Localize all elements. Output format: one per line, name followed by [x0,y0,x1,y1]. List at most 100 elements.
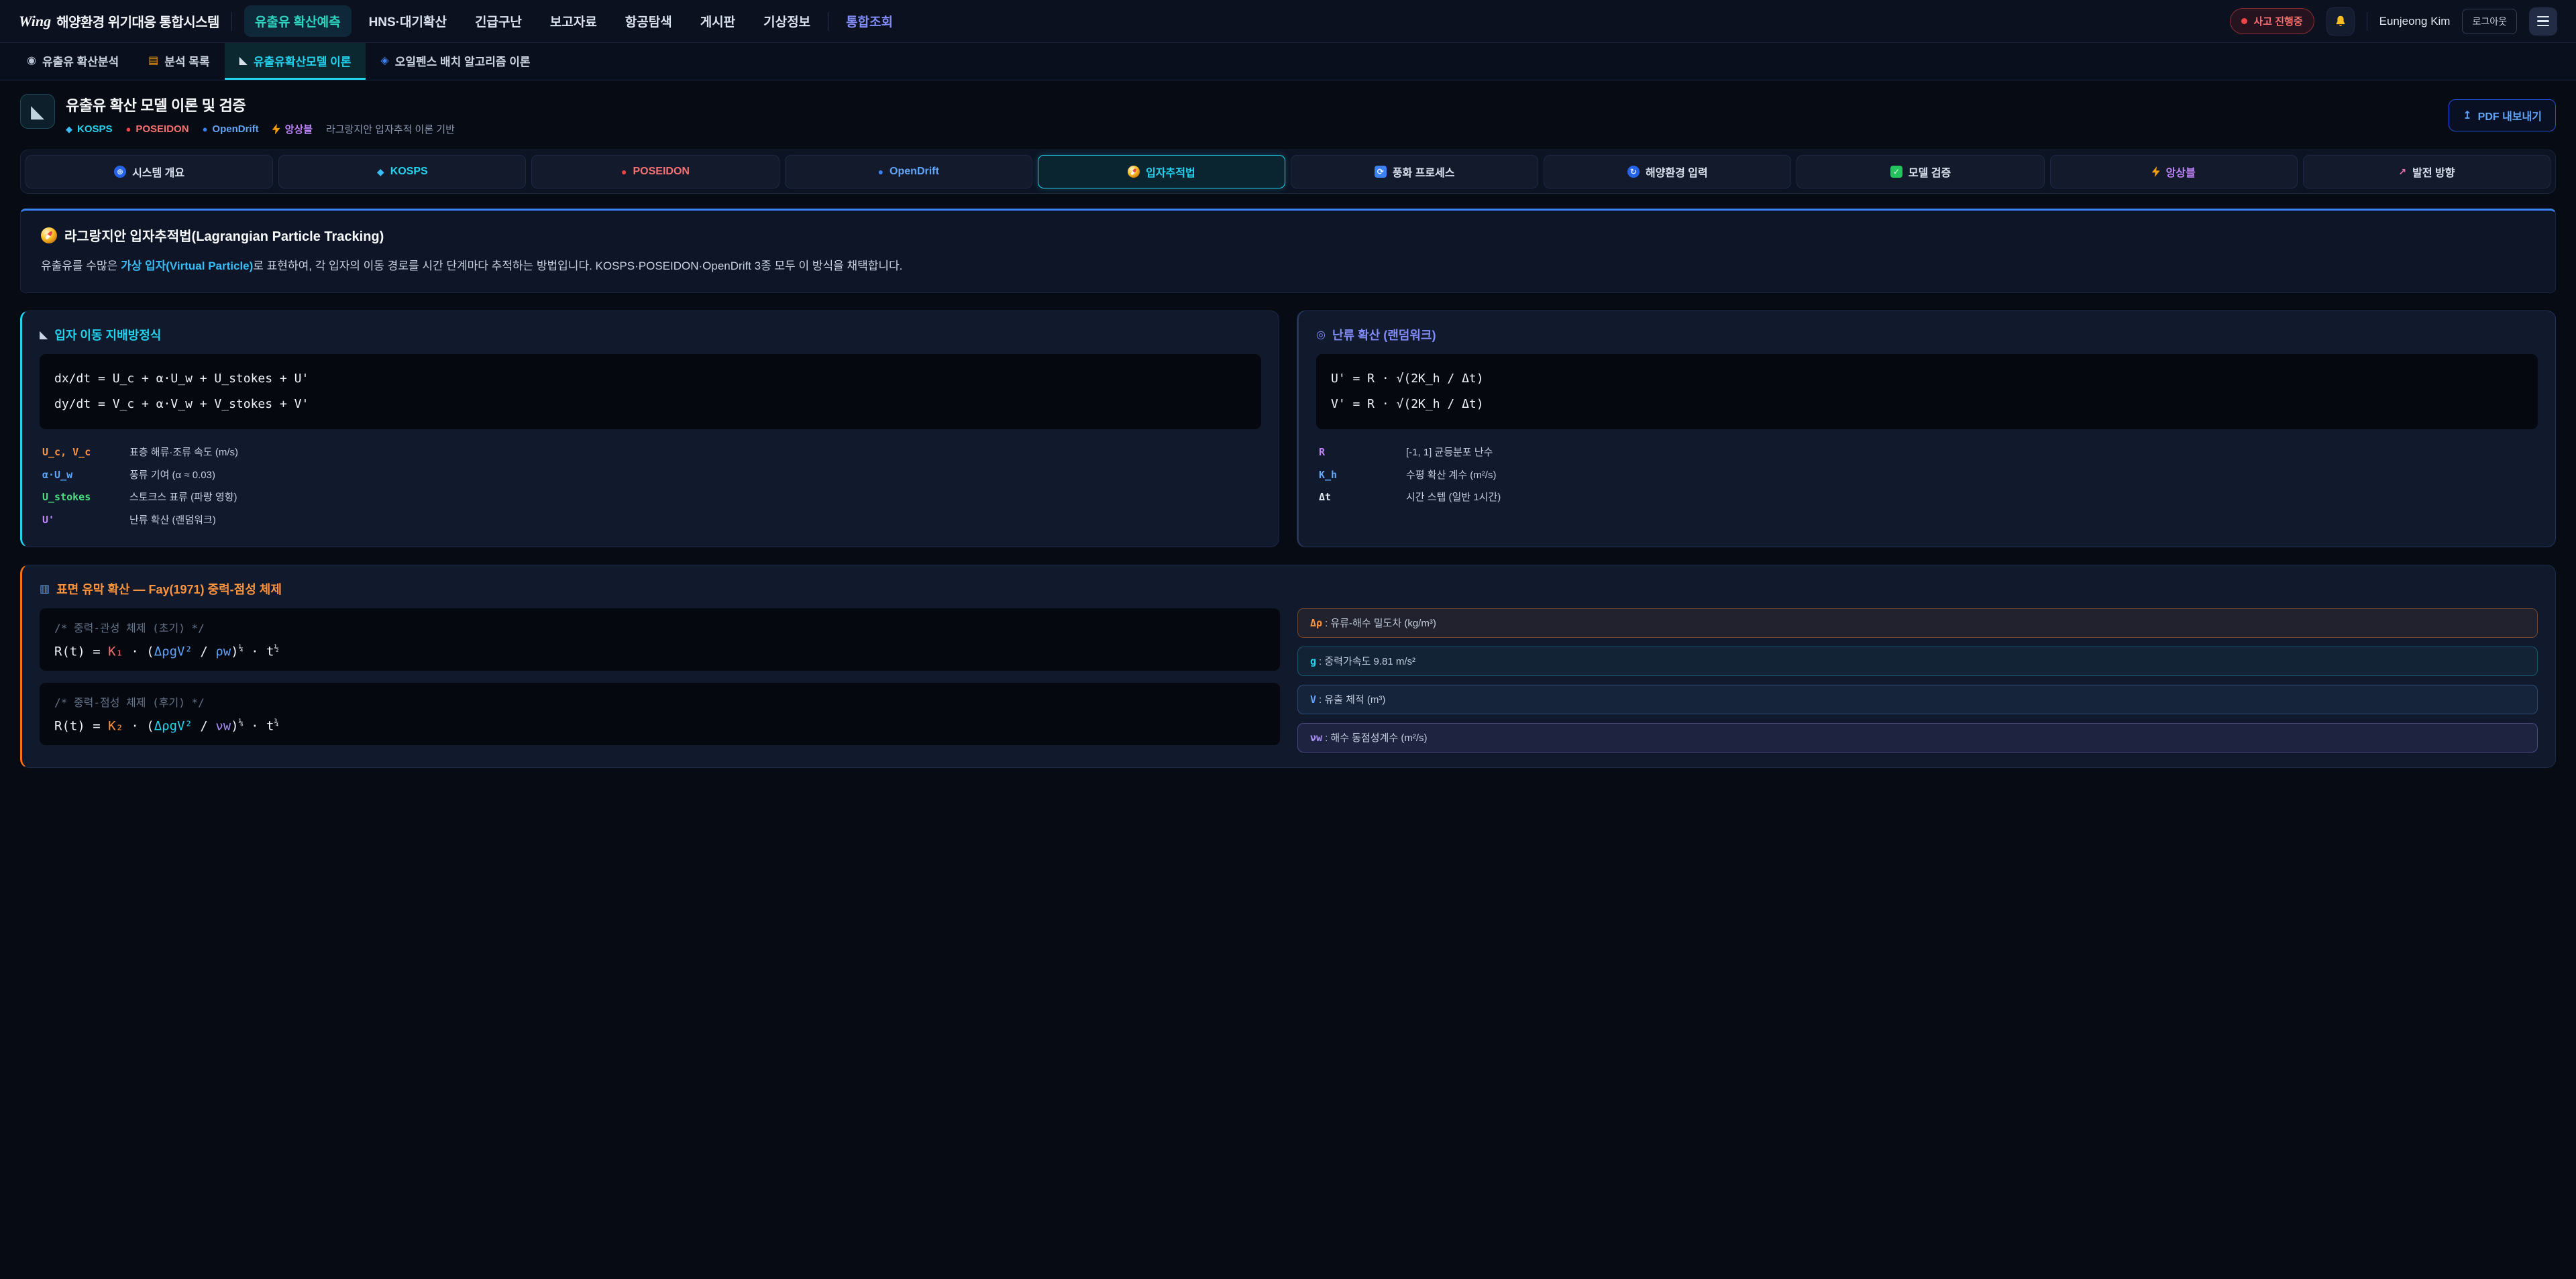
alert-label: 사고 진행중 [2253,14,2302,28]
nav-item-board[interactable]: 게시판 [690,5,746,37]
bell-icon [2333,14,2348,29]
lightning-icon [272,124,280,135]
definition-row: K_h 수평 확산 계수 (m²/s) [1316,464,2538,487]
rocket-icon: ↗ [2398,166,2406,178]
fay-spreading-card: ▥ 표면 유막 확산 — Fay(1971) 중력-점성 체제 /* 중력-관성… [20,565,2556,768]
section-ensemble[interactable]: 앙상블 [2050,155,2298,188]
section-future-direction[interactable]: ↗ 발전 방향 [2303,155,2551,188]
hamburger-menu-button[interactable] [2529,7,2557,36]
definition-row: R [-1, 1] 균등분포 난수 [1316,441,2538,464]
turbulence-card-title: ◎ 난류 확산 (랜덤워크) [1316,326,2538,343]
equation-cards-row: ◣ 입자 이동 지배방정식 dx/dt = U_c + α·U_w + U_st… [20,311,2556,547]
definition-row: U' 난류 확산 (랜덤워크) [40,509,1261,532]
page-title: 유출유 확산 모델 이론 및 검증 [66,94,455,115]
code-line: dx/dt = U_c + α·U_w + U_stokes + U' [54,366,1246,392]
parameter-pill-volume: V : 유출 체적 (m³) [1297,685,2538,714]
notifications-button[interactable] [2326,7,2355,36]
tab-diffusion-model-theory[interactable]: ◣ 유출유확산모델 이론 [225,43,366,80]
fay-formula-column: /* 중력-관성 체제 (초기) */ R(t) = K₁ · (ΔρgV² /… [40,608,1280,753]
fay-formula: R(t) = K₁ · (ΔρgV² / ρw)¼ · t½ [54,643,1265,659]
nav-item-aerial-search[interactable]: 항공탐색 [614,5,683,37]
cycle-icon: ⟳ [1375,166,1387,178]
section-weathering-process[interactable]: ⟳ 풍화 프로세스 [1291,155,1538,188]
definition-row: U_c, V_c 표층 해류·조류 속도 (m/s) [40,441,1261,464]
governing-definitions: U_c, V_c 표층 해류·조류 속도 (m/s) α·U_w 풍류 기여 (… [40,441,1261,532]
nav-item-integrated-search[interactable]: 통합조회 [835,5,904,37]
page-ruler-icon: ◣ [20,94,55,129]
sub-tab-bar: ◉ 유출유 확산분석 ▤ 분석 목록 ◣ 유출유확산모델 이론 ◈ 오일펜스 배… [0,43,2576,80]
user-name: Eunjeong Kim [2379,15,2451,28]
pdf-export-button[interactable]: ↥ PDF 내보내기 [2449,99,2556,131]
turbulence-code-block: U' = R · √(2K_h / Δt) V' = R · √(2K_h / … [1316,354,2538,429]
blue-dot-icon: ● [878,166,883,177]
blue-dot-icon: ● [203,124,208,134]
compass-icon [1128,166,1140,178]
model-badges: ◆ KOSPS ● POSEIDON ● OpenDrift 앙상블 라그랑지안… [66,122,455,136]
nav-item-reports[interactable]: 보고자료 [539,5,608,37]
divider [231,12,232,31]
vortex-icon: ↻ [1627,166,1640,178]
alert-dot-icon [2241,18,2247,24]
oil-drum-icon: ▥ [40,582,50,596]
code-line: dy/dt = V_c + α·V_w + V_stokes + V' [54,392,1246,417]
nav-item-weather-info[interactable]: 기상정보 [753,5,821,37]
export-icon: ↥ [2463,109,2471,122]
definition-row: α·U_w 풍류 기여 (α ≈ 0.03) [40,464,1261,487]
definition-row: Δt 시간 스텝 (일반 1시간) [1316,486,2538,509]
tab-oil-fence-algorithm-theory[interactable]: ◈ 오일펜스 배치 알고리즘 이론 [366,43,545,80]
check-icon: ✓ [1890,166,1902,178]
governing-equation-card: ◣ 입자 이동 지배방정식 dx/dt = U_c + α·U_w + U_st… [20,311,1279,547]
code-line: U' = R · √(2K_h / Δt) [1331,366,2523,392]
code-comment: /* 중력-점성 체제 (후기) */ [54,693,1265,710]
section-marine-environment-input[interactable]: ↻ 해양환경 입력 [1544,155,1791,188]
hamburger-icon [2537,16,2549,18]
logout-button[interactable]: 로그아웃 [2462,9,2517,34]
tab-oil-spill-analysis[interactable]: ◉ 유출유 확산분석 [12,43,133,80]
diamond-icon: ◆ [66,124,72,135]
nav-item-oil-spill-forecast[interactable]: 유출유 확산예측 [244,5,352,37]
nav-item-emergency-rescue[interactable]: 긴급구난 [464,5,533,37]
tab-analysis-list[interactable]: ▤ 분석 목록 [133,43,224,80]
section-model-validation[interactable]: ✓ 모델 검증 [1796,155,2044,188]
triangle-ruler-icon: ◣ [239,54,248,67]
microscope-icon: ◉ [27,54,36,67]
section-particle-tracking[interactable]: 입자추적법 [1038,155,1285,188]
lagrangian-description: 유출유를 수많은 가상 입자(Virtual Particle)로 표현하여, … [41,257,2535,275]
spiral-icon: ◎ [1316,328,1326,341]
page-header: ◣ 유출유 확산 모델 이론 및 검증 ◆ KOSPS ● POSEIDON ●… [0,80,2576,147]
incident-in-progress-badge[interactable]: 사고 진행중 [2230,8,2314,34]
section-kosps[interactable]: ◆ KOSPS [278,155,526,188]
parameter-pill-density: Δρ : 유류-해수 밀도차 (kg/m³) [1297,608,2538,638]
compass-icon [41,227,57,243]
fay-formula: R(t) = K₂ · (ΔρgV² / νw)⅙ · t¾ [54,718,1265,733]
lightning-icon [2152,166,2160,177]
fay-card-title: ▥ 표면 유막 확산 — Fay(1971) 중력-점성 체제 [40,580,2538,598]
red-dot-icon: ● [126,124,131,134]
kosps-badge: ◆ KOSPS [66,123,113,135]
opendrift-badge: ● OpenDrift [203,123,259,135]
clipboard-icon: ▤ [148,54,158,67]
primary-nav: 유출유 확산예측 HNS·대기확산 긴급구난 보고자료 항공탐색 게시판 기상정… [244,5,904,37]
parameter-pill-viscosity: νw : 해수 동점성계수 (m²/s) [1297,723,2538,753]
governing-code-block: dx/dt = U_c + α·U_w + U_stokes + U' dy/d… [40,354,1261,429]
code-comment: /* 중력-관성 체제 (초기) */ [54,619,1265,635]
top-navigation-bar: Wing 해양환경 위기대응 통합시스템 유출유 확산예측 HNS·대기확산 긴… [0,0,2576,43]
parameter-pill-gravity: g : 중력가속도 9.81 m/s² [1297,647,2538,676]
diamond-icon: ◆ [377,166,384,178]
section-opendrift[interactable]: ● OpenDrift [785,155,1032,188]
section-nav-strip: ⊕ 시스템 개요 ◆ KOSPS ● POSEIDON ● OpenDrift … [20,150,2556,194]
globe-icon: ⊕ [114,166,126,178]
section-system-overview[interactable]: ⊕ 시스템 개요 [25,155,273,188]
definition-row: U_stokes 스토크스 표류 (파랑 영향) [40,486,1261,509]
section-poseidon[interactable]: ● POSEIDON [531,155,779,188]
fay-block-gravity-inertia: /* 중력-관성 체제 (초기) */ R(t) = K₁ · (ΔρgV² /… [40,608,1280,671]
fay-block-gravity-viscous: /* 중력-점성 체제 (후기) */ R(t) = K₂ · (ΔρgV² /… [40,683,1280,745]
virtual-particle-highlight: 가상 입자(Virtual Particle) [121,260,253,272]
triangle-ruler-icon: ◣ [40,328,48,341]
code-line: V' = R · √(2K_h / Δt) [1331,392,2523,417]
app-title: 해양환경 위기대응 통합시스템 [56,11,219,31]
red-dot-icon: ● [621,166,627,177]
turbulence-definitions: R [-1, 1] 균등분포 난수 K_h 수평 확산 계수 (m²/s) Δt… [1316,441,2538,509]
lagrangian-title: 라그랑지안 입자추적법(Lagrangian Particle Tracking… [41,225,2535,245]
nav-item-hns-air-diffusion[interactable]: HNS·대기확산 [358,5,458,37]
